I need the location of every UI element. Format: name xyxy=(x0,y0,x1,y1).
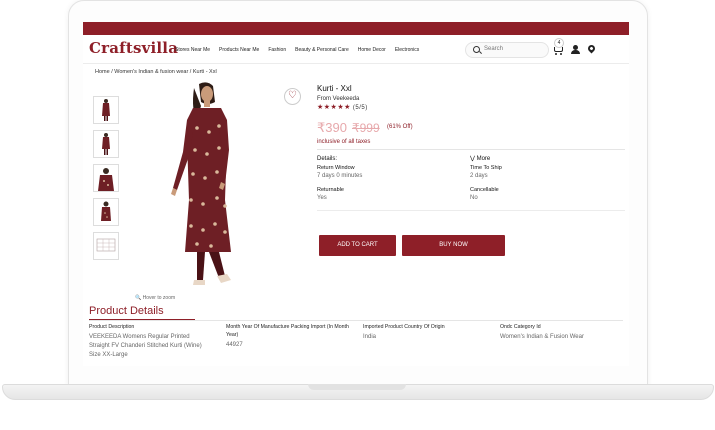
buy-now-button[interactable]: BUY NOW xyxy=(402,235,505,256)
thumbnail-4[interactable] xyxy=(93,198,119,226)
divider xyxy=(89,320,623,321)
product-description-label: Product Description xyxy=(89,324,135,330)
tax-note: inclusive of all taxes xyxy=(317,139,371,145)
search-placeholder: Search xyxy=(484,46,504,52)
return-window-value: 7 days 0 minutes xyxy=(317,173,363,179)
product-main-image[interactable] xyxy=(161,80,251,292)
divider xyxy=(317,149,625,150)
hover-to-zoom-hint: 🔍 Hover to zoom xyxy=(135,295,175,301)
rating-stars: ★★★★★ (5/5) xyxy=(317,103,368,111)
laptop-notch xyxy=(308,384,406,390)
seller-name[interactable]: From Veekeeda xyxy=(317,96,359,102)
thumbnail-2[interactable] xyxy=(93,130,119,158)
heart-icon: ♡ xyxy=(288,90,297,101)
time-to-ship-value: 2 days xyxy=(470,173,488,179)
return-window-label: Return Window xyxy=(317,165,355,171)
time-to-ship-label: Time To Ship xyxy=(470,165,502,171)
nav-item-electronics[interactable]: Electronics xyxy=(395,47,419,53)
returnable-value: Yes xyxy=(317,195,327,201)
rating-text: (5/5) xyxy=(352,105,368,111)
returnable-label: Returnable xyxy=(317,187,344,193)
ondc-category-label: Ondc Category Id xyxy=(500,324,541,330)
search-input[interactable]: Search xyxy=(465,42,549,58)
cancellable-label: Cancellable xyxy=(470,187,499,193)
original-price: ₹999 xyxy=(352,121,380,135)
zoom-icon: 🔍 xyxy=(135,295,142,301)
top-banner-strip xyxy=(83,22,629,35)
wishlist-button[interactable]: ♡ xyxy=(284,88,301,105)
product-details-heading: Product Details xyxy=(89,305,164,317)
chevron-down-icon: ⋁ xyxy=(470,156,475,162)
star-icons: ★★★★★ xyxy=(317,104,351,111)
laptop-screen: Craftsvilla Stores Near Me Products Near… xyxy=(83,22,629,366)
country-of-origin-column: Imported Product Country Of Origin India xyxy=(363,323,491,342)
divider xyxy=(317,210,625,211)
manufacture-date-column: Month Year Of Manufacture Packing Import… xyxy=(226,323,354,350)
country-of-origin-label: Imported Product Country Of Origin xyxy=(363,324,445,330)
nav-item-fashion[interactable]: Fashion xyxy=(268,47,286,53)
product-description-column: Product Description VEEKEEDA Womens Regu… xyxy=(89,323,217,360)
thumbnail-3[interactable] xyxy=(93,164,119,192)
sale-price: ₹390 xyxy=(317,120,347,135)
cancellable-value: No xyxy=(470,195,478,201)
more-label: More xyxy=(476,156,491,162)
ondc-category-column: Ondc Category Id Women's Indian & Fusion… xyxy=(500,323,628,342)
thumbnail-5-size-chart[interactable] xyxy=(93,232,119,260)
craftsvilla-logo[interactable]: Craftsvilla xyxy=(89,39,178,57)
product-description-value: VEEKEEDA Womens Regular Printed Straight… xyxy=(89,334,202,358)
nav-item-home-decor[interactable]: Home Decor xyxy=(358,47,386,53)
cart-icon[interactable] xyxy=(553,46,563,55)
user-icon[interactable] xyxy=(571,45,580,55)
thumbnail-1[interactable] xyxy=(93,96,119,124)
manufacture-date-value: 44927 xyxy=(226,342,243,348)
search-icon xyxy=(473,46,480,53)
more-details-toggle[interactable]: ⋁ More xyxy=(470,155,490,162)
details-heading: Details: xyxy=(317,156,338,162)
nav-item-products-near-me[interactable]: Products Near Me xyxy=(219,47,259,53)
country-of-origin-value: India xyxy=(363,334,377,340)
add-to-cart-button[interactable]: ADD TO CART xyxy=(319,235,396,256)
location-pin-icon[interactable] xyxy=(586,43,597,54)
product-title: Kurti - Xxl xyxy=(317,84,352,93)
nav-menu: Stores Near Me Products Near Me Fashion … xyxy=(175,47,419,53)
discount-percent: (61% Off) xyxy=(387,124,413,130)
nav-item-beauty[interactable]: Beauty & Personal Care xyxy=(295,47,349,53)
heading-underline xyxy=(89,319,195,320)
header-nav: Craftsvilla Stores Near Me Products Near… xyxy=(83,35,629,64)
ondc-category-value: Women's Indian & Fusion Wear xyxy=(500,334,584,340)
nav-item-stores-near-me[interactable]: Stores Near Me xyxy=(175,47,210,53)
breadcrumb[interactable]: Home / Women's Indian & fusion wear / Ku… xyxy=(95,69,217,75)
hover-to-zoom-text: Hover to zoom xyxy=(142,295,176,301)
manufacture-date-label: Month Year Of Manufacture Packing Import… xyxy=(226,324,349,338)
